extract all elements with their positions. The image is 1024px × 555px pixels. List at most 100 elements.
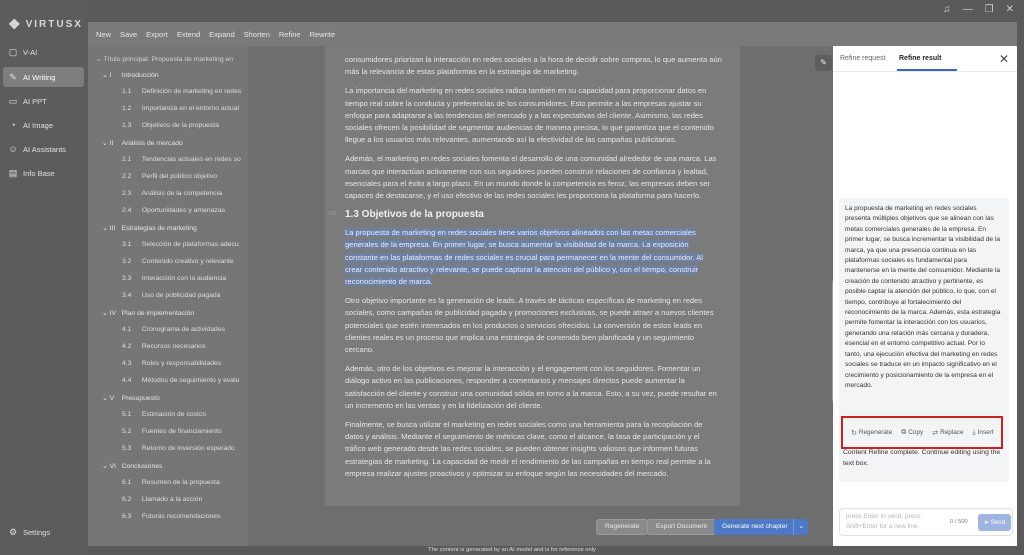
outline-section[interactable]: ⌄ III Estrategias de marketing — [102, 224, 197, 232]
regenerate-button[interactable]: Regenerate — [596, 519, 649, 535]
outline-item[interactable]: 4.1 Cronograma de actividades — [122, 326, 225, 333]
outline-item[interactable]: 5.1 Estimación de costos — [122, 411, 206, 418]
send-button[interactable]: ➤ Send — [978, 514, 1011, 531]
outline-item[interactable]: 1.3 Objetivos de la propuesta — [122, 122, 219, 129]
panel-tabs: Refine request Refine result ✕ — [833, 46, 1017, 72]
slides-icon: ▭ — [8, 95, 18, 106]
doc-paragraph[interactable]: Otro objetivo importante es la generació… — [345, 295, 722, 356]
section-heading[interactable]: H2 1.3 Objetivos de la propuesta — [329, 209, 722, 220]
nav-label: AI Image — [23, 120, 54, 130]
collapse-icon: ⌄ — [102, 463, 110, 470]
nav-item-ai-assistants[interactable]: ☺ AI Assistants — [3, 139, 84, 159]
nav-item-info-base[interactable]: ▤ Info Base — [3, 163, 84, 183]
doc-paragraph[interactable]: La importancia del marketing en redes so… — [345, 85, 722, 146]
outline-section[interactable]: ⌄ II Análisis de mercado — [102, 139, 183, 147]
window-controls: ♫ — ❐ ✕ — [943, 4, 1014, 15]
refresh-icon: ↻ — [851, 429, 857, 437]
generate-next-chapter-button[interactable]: Generate next chapter — [714, 519, 796, 535]
refine-panel: Refine request Refine result ✕ La propue… — [833, 46, 1017, 546]
menu-extend[interactable]: Extend — [177, 30, 200, 39]
outline-item[interactable]: 6.3 Futuras recomendaciones — [122, 513, 220, 520]
outline-panel: ⌄ Título principal: Propuesta de marketi… — [88, 46, 248, 546]
logo-icon: ❖ — [8, 16, 21, 32]
nav-item-settings[interactable]: ⚙ Settings — [3, 522, 84, 542]
nav-item-ai-image[interactable]: ◔ AI Image — [3, 115, 84, 135]
ai-disclaimer: The content is generated by an AI model … — [428, 547, 596, 553]
collapse-icon: ⌄ — [102, 140, 110, 147]
outline-item[interactable]: 2.3 Análisis de la competencia — [122, 190, 222, 197]
database-icon: ▤ — [8, 167, 18, 178]
result-actions: ↻ Regenerate ⧉ Copy ⇄ Replace ⤓ Insert — [841, 416, 1003, 449]
minimize-icon[interactable]: — — [963, 4, 973, 15]
copy-action[interactable]: ⧉ Copy — [901, 429, 923, 437]
outline-item[interactable]: 3.2 Contenido creativo y relevante — [122, 258, 234, 265]
regenerate-action[interactable]: ↻ Regenerate — [851, 429, 892, 437]
export-document-button[interactable]: Export Document — [647, 519, 716, 535]
restore-icon[interactable]: ❐ — [985, 4, 994, 15]
outline-section[interactable]: ⌄ VI Conclusiones — [102, 462, 162, 470]
heading-level-marker: H2 — [329, 211, 337, 218]
char-counter: 0 / 500 — [950, 519, 968, 525]
outline-item[interactable]: 3.1 Selección de plataformas adecu — [122, 241, 239, 248]
menu-rewrite[interactable]: Rewrite — [310, 30, 335, 39]
outline-section[interactable]: ⌄ I Introducción — [102, 71, 159, 79]
outline-item[interactable]: 2.2 Perfil del público objetivo — [122, 173, 217, 180]
message-input-box: 0 / 500 ➤ Send — [839, 508, 1013, 536]
close-icon[interactable]: ✕ — [1006, 4, 1014, 15]
collapse-icon: ⌄ — [102, 72, 110, 79]
selection-highlight: La propuesta de marketing en redes socia… — [345, 228, 703, 287]
nav-label: AI Assistants — [23, 144, 66, 154]
menu-save[interactable]: Save — [120, 30, 137, 39]
document-page[interactable]: consumidores priorizan la interacción en… — [325, 46, 740, 506]
menu-refine[interactable]: Refine — [279, 30, 301, 39]
panel-toggle-button[interactable]: ✎ — [815, 55, 832, 71]
doc-paragraph[interactable]: consumidores priorizan la interacción en… — [345, 54, 722, 78]
outline-item[interactable]: 1.1 Definición de marketing en redes — [122, 88, 241, 95]
brand-logo: ❖ VIRTUSX — [8, 16, 83, 33]
document-area: consumidores priorizan la interacción en… — [249, 46, 834, 546]
outline-title[interactable]: ⌄ Título principal: Propuesta de marketi… — [96, 55, 233, 63]
chevron-down-icon: ⌄ — [798, 523, 804, 530]
nav-label: AI Writing — [23, 72, 56, 82]
outline-item[interactable]: 5.3 Retorno de inversión esperado — [122, 445, 235, 452]
bell-icon[interactable]: ♫ — [943, 4, 951, 15]
outline-item[interactable]: 3.4 Uso de publicidad pagada — [122, 292, 221, 299]
tab-refine-request[interactable]: Refine request — [840, 55, 886, 62]
close-icon[interactable]: ✕ — [999, 52, 1009, 66]
replace-action[interactable]: ⇄ Replace — [932, 429, 963, 437]
nav-item-ai-ppt[interactable]: ▭ AI PPT — [3, 91, 84, 111]
generate-options-dropdown[interactable]: ⌄ — [793, 519, 808, 535]
replace-icon: ⇄ — [932, 429, 939, 437]
insert-action[interactable]: ⤓ Insert — [973, 429, 994, 437]
outline-item[interactable]: 4.2 Recursos necesarios — [122, 343, 205, 350]
tab-refine-result[interactable]: Refine result — [899, 55, 941, 62]
message-input[interactable] — [846, 512, 946, 534]
nav-item-v-ai[interactable]: ▢ V-AI — [3, 42, 84, 62]
nav-item-ai-writing[interactable]: ✎ AI Writing — [3, 67, 84, 87]
outline-item[interactable]: 4.4 Métodos de seguimiento y evalu — [122, 377, 239, 384]
edit-icon: ✎ — [820, 58, 827, 67]
doc-paragraph[interactable]: Además, el marketing en redes sociales f… — [345, 153, 722, 202]
outline-section[interactable]: ⌄ IV Plan de implementación — [102, 309, 194, 317]
menu-export[interactable]: Export — [146, 30, 168, 39]
outline-item[interactable]: 5.2 Fuentes de financiamiento — [122, 428, 222, 435]
doc-paragraph[interactable]: Finalmente, se busca utilizar el marketi… — [345, 419, 722, 480]
doc-paragraph[interactable]: Además, otro de los objetivos es mejorar… — [345, 363, 722, 412]
outline-section[interactable]: ⌄ V Presupuesto — [102, 394, 160, 402]
outline-item[interactable]: 3.3 Interacción con la audiencia — [122, 275, 226, 282]
outline-item[interactable]: 2.1 Tendencias actuales en redes so — [122, 156, 241, 163]
outline-item[interactable]: 1.2 Importancia en el entorno actual — [122, 105, 239, 112]
menu-shorten[interactable]: Shorten — [244, 30, 270, 39]
outline-item[interactable]: 2.4 Oportunidades y amenazas — [122, 207, 225, 214]
menu-new[interactable]: New — [96, 30, 111, 39]
outline-item[interactable]: 6.2 Llamado a la acción — [122, 496, 202, 503]
outline-item[interactable]: 4.3 Roles y responsabilidades — [122, 360, 221, 367]
outline-item[interactable]: 6.1 Resumen de la propuesta — [122, 479, 220, 486]
selected-paragraph[interactable]: La propuesta de marketing en redes socia… — [345, 227, 722, 288]
copy-icon: ⧉ — [901, 428, 907, 436]
menu-expand[interactable]: Expand — [209, 30, 234, 39]
nav-label: Settings — [23, 527, 51, 537]
left-sidebar: ❖ VIRTUSX ▢ V-AI ✎ AI Writing ▭ AI PPT ◔… — [0, 0, 88, 555]
assistant-icon: ☺ — [8, 144, 18, 154]
refine-status-text: Content Refine complete. Continue editin… — [843, 449, 1001, 467]
